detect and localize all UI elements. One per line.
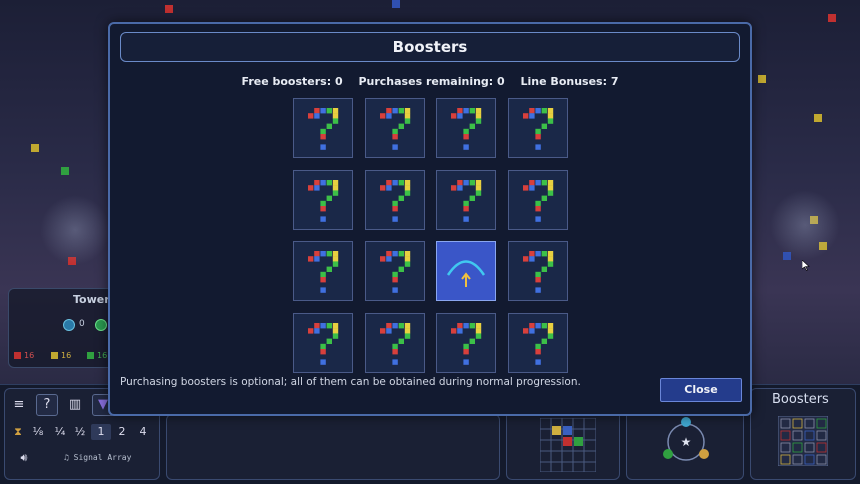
volume-icon[interactable]: 🔊︎ bbox=[14, 450, 34, 466]
boosters-tab-label: Boosters bbox=[772, 392, 829, 407]
mouse-cursor-icon bbox=[802, 260, 810, 271]
info-panel bbox=[166, 414, 500, 480]
question-mark-icon bbox=[522, 322, 553, 365]
mystery-booster-card[interactable] bbox=[507, 169, 568, 230]
yellow-resource: 16 bbox=[51, 351, 71, 360]
question-mark-icon bbox=[522, 251, 553, 293]
question-mark-icon bbox=[379, 322, 410, 365]
boosters-dialog: Boosters Free boosters: 0 Purchases rema… bbox=[108, 22, 752, 416]
hourglass-icon: ⧗ bbox=[14, 425, 22, 438]
blue-tower-icon bbox=[63, 319, 75, 331]
speed-half[interactable]: ½ bbox=[70, 424, 90, 440]
question-mark-icon bbox=[451, 322, 482, 365]
red-resource: 16 bbox=[14, 351, 34, 360]
question-mark-icon bbox=[308, 179, 339, 222]
tower-count: 0 bbox=[79, 319, 85, 329]
tower-wheel-icon: ★ bbox=[663, 417, 709, 461]
yellow-particle bbox=[758, 75, 766, 83]
mystery-booster-card[interactable] bbox=[293, 169, 353, 230]
mystery-booster-card[interactable] bbox=[364, 241, 425, 301]
mystery-booster-card[interactable] bbox=[507, 312, 568, 373]
ambient-glow bbox=[40, 195, 110, 265]
green-particle bbox=[61, 167, 69, 175]
booster-stats: Free boosters: 0 Purchases remaining: 0 … bbox=[110, 75, 750, 88]
question-mark-icon bbox=[308, 251, 339, 293]
arc-booster-card[interactable] bbox=[436, 241, 496, 301]
mystery-booster-card[interactable] bbox=[364, 169, 425, 230]
mystery-booster-card[interactable] bbox=[293, 312, 353, 373]
mystery-booster-card[interactable] bbox=[293, 241, 353, 301]
dialog-note: Purchasing boosters is optional; all of … bbox=[120, 376, 581, 388]
speed-2[interactable]: 2 bbox=[112, 424, 132, 440]
ambient-glow bbox=[770, 190, 840, 260]
mystery-booster-card[interactable] bbox=[293, 98, 353, 158]
question-mark-icon bbox=[379, 251, 410, 293]
stats-icon[interactable]: ▥ bbox=[64, 394, 86, 416]
close-button[interactable]: Close bbox=[660, 378, 742, 402]
help-button[interactable]: ? bbox=[36, 394, 58, 416]
speed-eighth[interactable]: ⅛ bbox=[28, 424, 48, 440]
speed-4[interactable]: 4 bbox=[133, 424, 153, 440]
mini-grid-icon bbox=[540, 418, 596, 472]
question-mark-icon bbox=[522, 179, 553, 222]
mystery-booster-card[interactable] bbox=[364, 312, 425, 373]
question-mark-icon bbox=[522, 108, 553, 150]
dialog-title: Boosters bbox=[120, 32, 740, 62]
question-mark-icon bbox=[451, 108, 482, 150]
green-resource: 16 bbox=[87, 351, 107, 360]
mystery-booster-card[interactable] bbox=[507, 241, 568, 301]
arc-up-icon bbox=[446, 260, 486, 287]
tower-title: Tower bbox=[73, 293, 110, 306]
question-mark-icon bbox=[308, 108, 339, 150]
speed-quarter[interactable]: ¼ bbox=[50, 424, 70, 440]
mystery-booster-card[interactable] bbox=[436, 98, 496, 158]
question-mark-icon bbox=[451, 179, 482, 222]
mystery-booster-card[interactable] bbox=[364, 98, 425, 158]
question-mark-icon bbox=[379, 179, 410, 222]
question-mark-icon bbox=[308, 322, 339, 365]
svg-text:★: ★ bbox=[681, 435, 692, 449]
red-particle bbox=[165, 5, 173, 13]
blue-particle bbox=[392, 0, 400, 8]
green-tower-icon bbox=[95, 319, 107, 331]
red-particle bbox=[828, 14, 836, 22]
mystery-booster-card[interactable] bbox=[436, 169, 496, 230]
purchases-remaining: Purchases remaining: 0 bbox=[358, 75, 505, 88]
line-bonuses: Line Bonuses: 7 bbox=[520, 75, 619, 88]
mystery-booster-card[interactable] bbox=[507, 98, 568, 158]
menu-button[interactable]: ≡ bbox=[8, 394, 30, 416]
music-track-label: ♫ Signal Array bbox=[64, 453, 132, 462]
question-mark-icon bbox=[379, 108, 410, 150]
speed-1[interactable]: 1 bbox=[91, 424, 111, 440]
booster-grid-icon bbox=[778, 416, 828, 466]
yellow-particle bbox=[814, 114, 822, 122]
mystery-booster-card[interactable] bbox=[436, 312, 496, 373]
free-boosters-count: Free boosters: 0 bbox=[241, 75, 343, 88]
yellow-particle bbox=[31, 144, 39, 152]
